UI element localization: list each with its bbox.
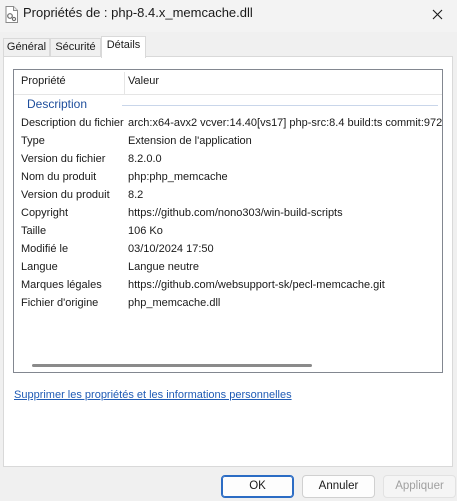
property-name: Taille [21, 225, 47, 237]
property-name: Description du fichier [21, 117, 124, 129]
property-value: 106 Ko [128, 225, 163, 237]
horizontal-scrollbar[interactable] [15, 358, 441, 371]
property-value: 03/10/2024 17:50 [128, 243, 214, 255]
property-value: Langue neutre [128, 261, 199, 273]
window-title: Propriétés de : php-8.4.x_memcache.dll [23, 5, 253, 20]
property-value: 8.2 [128, 189, 144, 201]
column-header-property[interactable]: Propriété [21, 75, 66, 87]
list-item[interactable]: Taille 106 Ko [14, 223, 442, 241]
property-value: php:php_memcache [128, 171, 228, 183]
list-header: Propriété Valeur [14, 70, 442, 95]
property-value: https://github.com/websupport-sk/pecl-me… [128, 279, 385, 291]
list-item[interactable]: Type Extension de l'application [14, 133, 442, 151]
property-value: https://github.com/nono303/win-build-scr… [128, 207, 343, 219]
tab-details[interactable]: Détails [101, 36, 146, 58]
list-item[interactable]: Version du fichier 8.2.0.0 [14, 151, 442, 169]
close-button[interactable] [417, 0, 457, 28]
property-name: Copyright [21, 207, 69, 219]
group-header-description[interactable]: Description [27, 97, 87, 111]
ok-button-label: OK [249, 480, 266, 492]
tab-label: Sécurité [55, 41, 96, 53]
remove-properties-link[interactable]: Supprimer les propriétés et les informat… [14, 389, 292, 401]
list-item[interactable]: Nom du produit php:php_memcache [14, 169, 442, 187]
list-item[interactable]: Marques légales https://github.com/websu… [14, 277, 442, 295]
cancel-button[interactable]: Annuler [302, 475, 375, 498]
scrollbar-thumb[interactable] [32, 364, 312, 367]
property-name: Langue [21, 261, 58, 273]
column-divider[interactable] [124, 72, 125, 94]
property-name: Modifié le [21, 243, 69, 255]
property-value: arch:x64-avx2 vcver:14.40[vs17] php-src:… [128, 117, 443, 129]
column-header-value[interactable]: Valeur [128, 75, 159, 87]
property-value: 8.2.0.0 [128, 153, 162, 165]
apply-button[interactable]: Appliquer [383, 475, 456, 498]
close-icon [432, 9, 442, 19]
property-name: Version du fichier [21, 153, 106, 165]
list-item[interactable]: Version du produit 8.2 [14, 187, 442, 205]
property-name: Nom du produit [21, 171, 97, 183]
tab-security[interactable]: Sécurité [50, 38, 101, 57]
list-item[interactable]: Description du fichier arch:x64-avx2 vcv… [14, 115, 442, 133]
list-item[interactable]: Copyright https://github.com/nono303/win… [14, 205, 442, 223]
tab-label: Général [6, 41, 47, 53]
property-name: Version du produit [21, 189, 110, 201]
apply-button-label: Appliquer [395, 480, 444, 492]
tab-strip: Général Sécurité Détails [0, 36, 457, 58]
title-bar: Propriétés de : php-8.4.x_memcache.dll [0, 0, 457, 32]
cancel-button-label: Annuler [318, 480, 359, 492]
list-item[interactable]: Modifié le 03/10/2024 17:50 [14, 241, 442, 259]
property-name: Type [21, 135, 45, 147]
ok-button[interactable]: OK [221, 475, 294, 498]
list-item[interactable]: Fichier d'origine php_memcache.dll [14, 295, 442, 313]
property-name: Marques légales [21, 279, 102, 291]
group-divider [122, 105, 438, 106]
list-item[interactable]: Langue Langue neutre [14, 259, 442, 277]
tab-general[interactable]: Général [3, 38, 50, 57]
details-list[interactable]: Propriété Valeur Description Description… [13, 69, 443, 373]
property-value: Extension de l'application [128, 135, 252, 147]
property-value: php_memcache.dll [128, 297, 221, 309]
dll-file-icon [5, 6, 18, 23]
tab-label: Détails [106, 39, 141, 51]
property-name: Fichier d'origine [21, 297, 99, 309]
